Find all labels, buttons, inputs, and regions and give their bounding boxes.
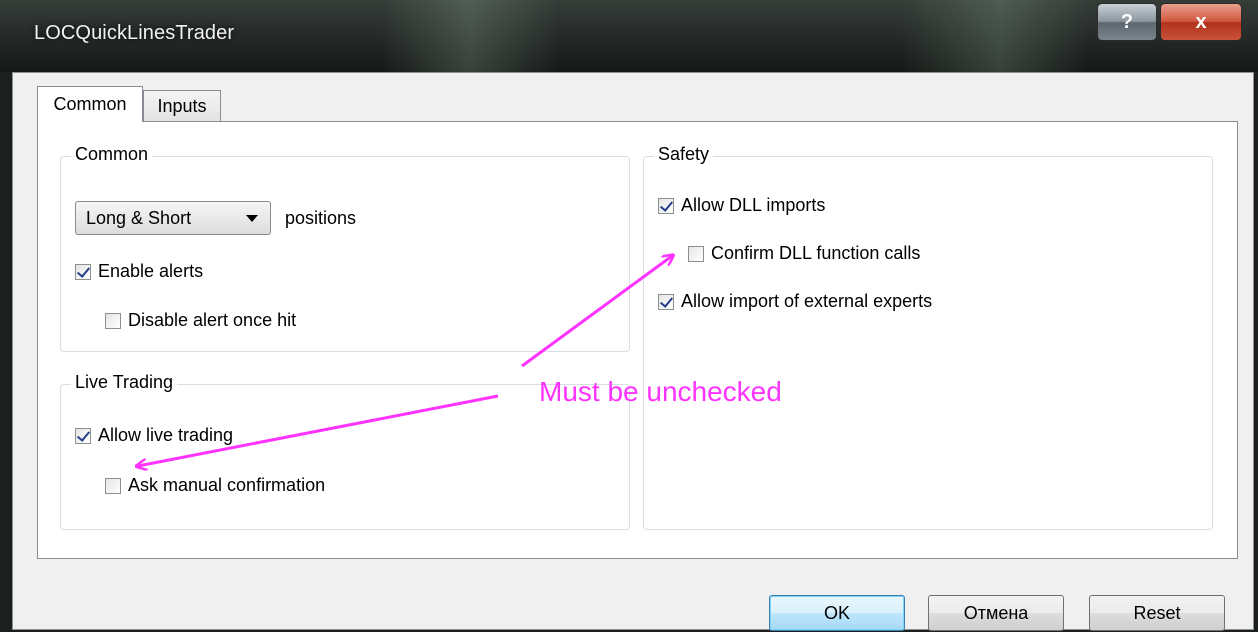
annotation-arrows: [0, 0, 1258, 632]
arrow-to-ask-manual-confirmation: [138, 394, 499, 466]
arrow-to-confirm-dll: [521, 256, 672, 368]
annotation-text: Must be unchecked: [539, 376, 782, 407]
